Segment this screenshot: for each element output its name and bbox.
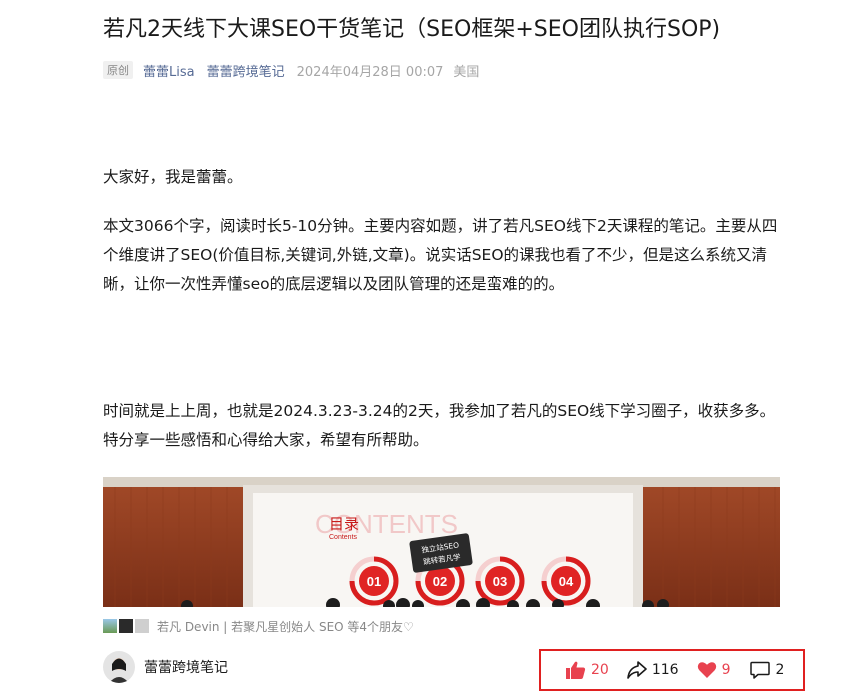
thumbs-up-icon — [566, 661, 586, 679]
account-link[interactable]: 蕾蕾跨境笔记 — [207, 61, 285, 80]
svg-text:目录: 目录 — [329, 515, 359, 533]
svg-text:01: 01 — [367, 574, 381, 589]
original-tag: 原创 — [103, 61, 133, 79]
action-bar: 20 116 9 2 — [539, 649, 805, 691]
account-name: 蕾蕾跨境笔记 — [144, 660, 228, 676]
publish-location: 美国 — [453, 64, 480, 80]
footer-account[interactable]: 蕾蕾跨境笔记 — [103, 650, 228, 684]
friend-avatar — [135, 619, 149, 633]
author-link[interactable]: 蕾蕾Lisa — [143, 61, 195, 80]
share-icon — [627, 661, 647, 679]
publish-time: 2024年04月28日 00:07 — [296, 64, 444, 80]
svg-text:Contents: Contents — [329, 534, 358, 541]
paragraph-time: 时间就是上上周，也就是2024.3.23-3.24的2天，我参加了若凡的SEO线… — [103, 402, 776, 449]
favorite-count: 9 — [721, 662, 731, 678]
account-avatar — [103, 651, 135, 683]
friends-text: 若凡 Devin | 若聚凡星创始人 SEO 等4个朋友♡ — [157, 619, 414, 634]
svg-text:04: 04 — [559, 574, 574, 589]
article-title: 若凡2天线下大课SEO干货笔记（SEO框架+SEO团队执行SOP) — [103, 17, 721, 42]
comment-icon — [750, 661, 771, 679]
friends-liked[interactable]: 若凡 Devin | 若聚凡星创始人 SEO 等4个朋友♡ — [103, 616, 414, 636]
like-count: 20 — [591, 662, 609, 678]
heart-icon — [697, 662, 716, 678]
svg-text:03: 03 — [493, 574, 507, 589]
favorite-button[interactable]: 9 — [697, 661, 731, 679]
paragraph-intro: 本文3066个字，阅读时长5-10分钟。主要内容如题，讲了若凡SEO线下2天课程… — [103, 217, 778, 293]
comment-button[interactable]: 2 — [750, 661, 784, 679]
article-photo[interactable]: CONTENTS 目录 Contents 01 02 03 04 独立站SEO … — [103, 477, 780, 607]
paragraph-greeting: 大家好，我是蕾蕾。 — [103, 168, 243, 186]
friend-avatar — [119, 619, 133, 633]
share-count: 116 — [651, 662, 679, 678]
share-button[interactable]: 116 — [627, 661, 679, 679]
article-meta: 原创 蕾蕾Lisa 蕾蕾跨境笔记 2024年04月28日 00:07 美国 — [103, 60, 479, 80]
svg-text:02: 02 — [433, 574, 447, 589]
friend-avatar — [103, 619, 117, 633]
like-button[interactable]: 20 — [566, 661, 609, 679]
comment-count: 2 — [775, 662, 785, 678]
